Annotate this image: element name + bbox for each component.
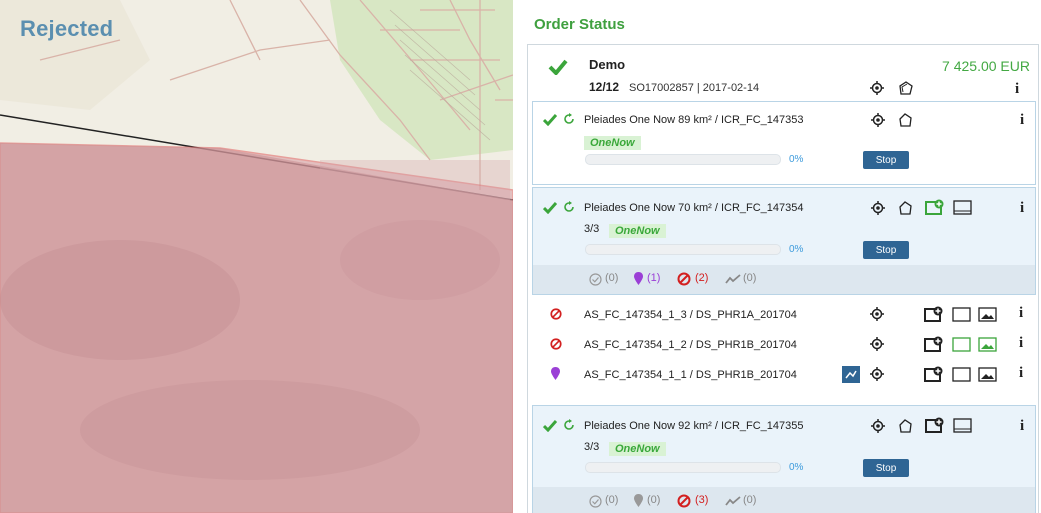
locate-icon[interactable] <box>870 337 884 351</box>
item-count: 3/3 <box>584 223 600 235</box>
onenow-badge: OneNow <box>609 442 666 456</box>
pin-icon <box>551 367 560 380</box>
item-name: Pleiades One Now 92 km² / ICR_FC_147355 <box>584 420 804 432</box>
locate-icon[interactable] <box>871 419 885 433</box>
locate-icon[interactable] <box>870 307 884 321</box>
window-icon[interactable] <box>952 307 972 323</box>
order-name: Demo <box>589 57 626 72</box>
acquisition-row[interactable]: AS_FC_147354_1_3 / DS_PHR1A_201704 i <box>532 301 1036 327</box>
onenow-badge: OneNow <box>609 224 666 238</box>
trend-icon <box>725 274 741 284</box>
stop-button[interactable]: Stop <box>863 241 909 259</box>
locate-icon[interactable] <box>870 367 884 381</box>
pin-icon <box>634 494 643 507</box>
progress-percent: 0% <box>789 154 804 165</box>
quicklook-add-icon[interactable] <box>924 365 944 383</box>
check-icon <box>548 59 568 75</box>
rejected-icon <box>677 272 691 286</box>
progress-bar <box>585 462 781 473</box>
select-checkbox-icon[interactable] <box>842 366 860 383</box>
window-icon[interactable] <box>952 367 972 383</box>
pin-icon <box>634 272 643 285</box>
order-info-icon[interactable]: i <box>1015 81 1019 98</box>
order-price: 7 425.00 EUR <box>942 58 1030 74</box>
pending-count: (0) <box>647 494 661 506</box>
acquisition-info-icon[interactable]: i <box>1019 335 1023 352</box>
item-info-icon[interactable]: i <box>1020 200 1024 217</box>
quicklook-add-icon[interactable] <box>925 198 945 216</box>
panel-title: Order Status <box>534 16 625 33</box>
check-icon <box>543 114 557 126</box>
footprint-icon[interactable] <box>898 200 914 216</box>
footprint-icon[interactable] <box>898 80 914 96</box>
item-card: Pleiades One Now 89 km² / ICR_FC_147353 … <box>532 101 1036 185</box>
footprint-icon[interactable] <box>898 112 914 128</box>
progress-percent: 0% <box>789 244 804 255</box>
pending-count: (1) <box>647 272 661 284</box>
quicklook-add-icon[interactable] <box>925 416 945 434</box>
rejected-count: (2) <box>695 272 709 284</box>
check-icon <box>543 420 557 432</box>
footprint-icon[interactable] <box>898 418 914 434</box>
stop-button[interactable]: Stop <box>863 151 909 169</box>
item-info-icon[interactable]: i <box>1020 112 1024 129</box>
item-info-icon[interactable]: i <box>1020 418 1024 435</box>
locate-icon[interactable] <box>871 201 885 215</box>
trend-count: (0) <box>743 272 757 284</box>
acquisition-row[interactable]: AS_FC_147354_1_1 / DS_PHR1B_201704 i <box>532 361 1036 387</box>
order-count: 12/12 <box>589 80 620 94</box>
item-card: Pleiades One Now 92 km² / ICR_FC_147355 … <box>532 405 1036 513</box>
item-count: 3/3 <box>584 441 600 453</box>
acquisition-name: AS_FC_147354_1_1 / DS_PHR1B_201704 <box>584 369 797 381</box>
refresh-icon <box>564 113 574 124</box>
item-name: Pleiades One Now 89 km² / ICR_FC_147353 <box>584 114 804 126</box>
image-icon[interactable] <box>978 367 998 383</box>
quicklook-add-icon[interactable] <box>924 305 944 323</box>
acquisition-info-icon[interactable]: i <box>1019 365 1023 382</box>
order-reference: SO17002857 | 2017-02-14 <box>629 82 760 94</box>
map-status-label: Rejected <box>20 16 114 41</box>
refresh-icon <box>564 201 574 212</box>
rejected-icon <box>677 494 691 508</box>
rejected-count: (3) <box>695 494 709 506</box>
acquisition-name: AS_FC_147354_1_3 / DS_PHR1A_201704 <box>584 309 797 321</box>
stop-button[interactable]: Stop <box>863 459 909 477</box>
check-circle-icon <box>589 495 602 508</box>
map-view[interactable]: Rejected <box>0 0 513 513</box>
acquisition-row[interactable]: AS_FC_147354_1_2 / DS_PHR1B_201704 i <box>532 331 1036 357</box>
acquisition-info-icon[interactable]: i <box>1019 305 1023 322</box>
image-icon[interactable] <box>978 337 998 353</box>
progress-bar <box>585 244 781 255</box>
item-card: Pleiades One Now 70 km² / ICR_FC_147354 … <box>532 187 1036 295</box>
locate-icon[interactable] <box>871 113 885 127</box>
map-canvas <box>0 0 513 513</box>
quicklook-add-icon[interactable] <box>924 335 944 353</box>
status-summary-bar: (0) (1) (2) (0) <box>533 265 1035 294</box>
onenow-badge: OneNow <box>584 136 641 150</box>
progress-percent: 0% <box>789 462 804 473</box>
order-status-panel: Order Status Demo 12/12 SO17002857 | 201… <box>521 0 1041 513</box>
rejected-icon <box>550 308 562 320</box>
window-icon[interactable] <box>953 418 973 434</box>
window-icon[interactable] <box>953 200 973 216</box>
check-circle-icon <box>589 273 602 286</box>
image-icon[interactable] <box>978 307 998 323</box>
rejected-icon <box>550 338 562 350</box>
locate-icon[interactable] <box>870 81 884 95</box>
order-list[interactable]: Demo 12/12 SO17002857 | 2017-02-14 7 425… <box>527 44 1039 513</box>
order-header: Demo 12/12 SO17002857 | 2017-02-14 7 425… <box>528 45 1038 101</box>
refresh-icon <box>564 419 574 430</box>
status-summary-bar: (0) (0) (3) (0) <box>533 487 1035 513</box>
progress-bar <box>585 154 781 165</box>
trend-icon <box>725 496 741 506</box>
window-icon[interactable] <box>952 337 972 353</box>
ok-count: (0) <box>605 494 619 506</box>
item-name: Pleiades One Now 70 km² / ICR_FC_147354 <box>584 202 804 214</box>
ok-count: (0) <box>605 272 619 284</box>
trend-count: (0) <box>743 494 757 506</box>
acquisition-name: AS_FC_147354_1_2 / DS_PHR1B_201704 <box>584 339 797 351</box>
check-icon <box>543 202 557 214</box>
